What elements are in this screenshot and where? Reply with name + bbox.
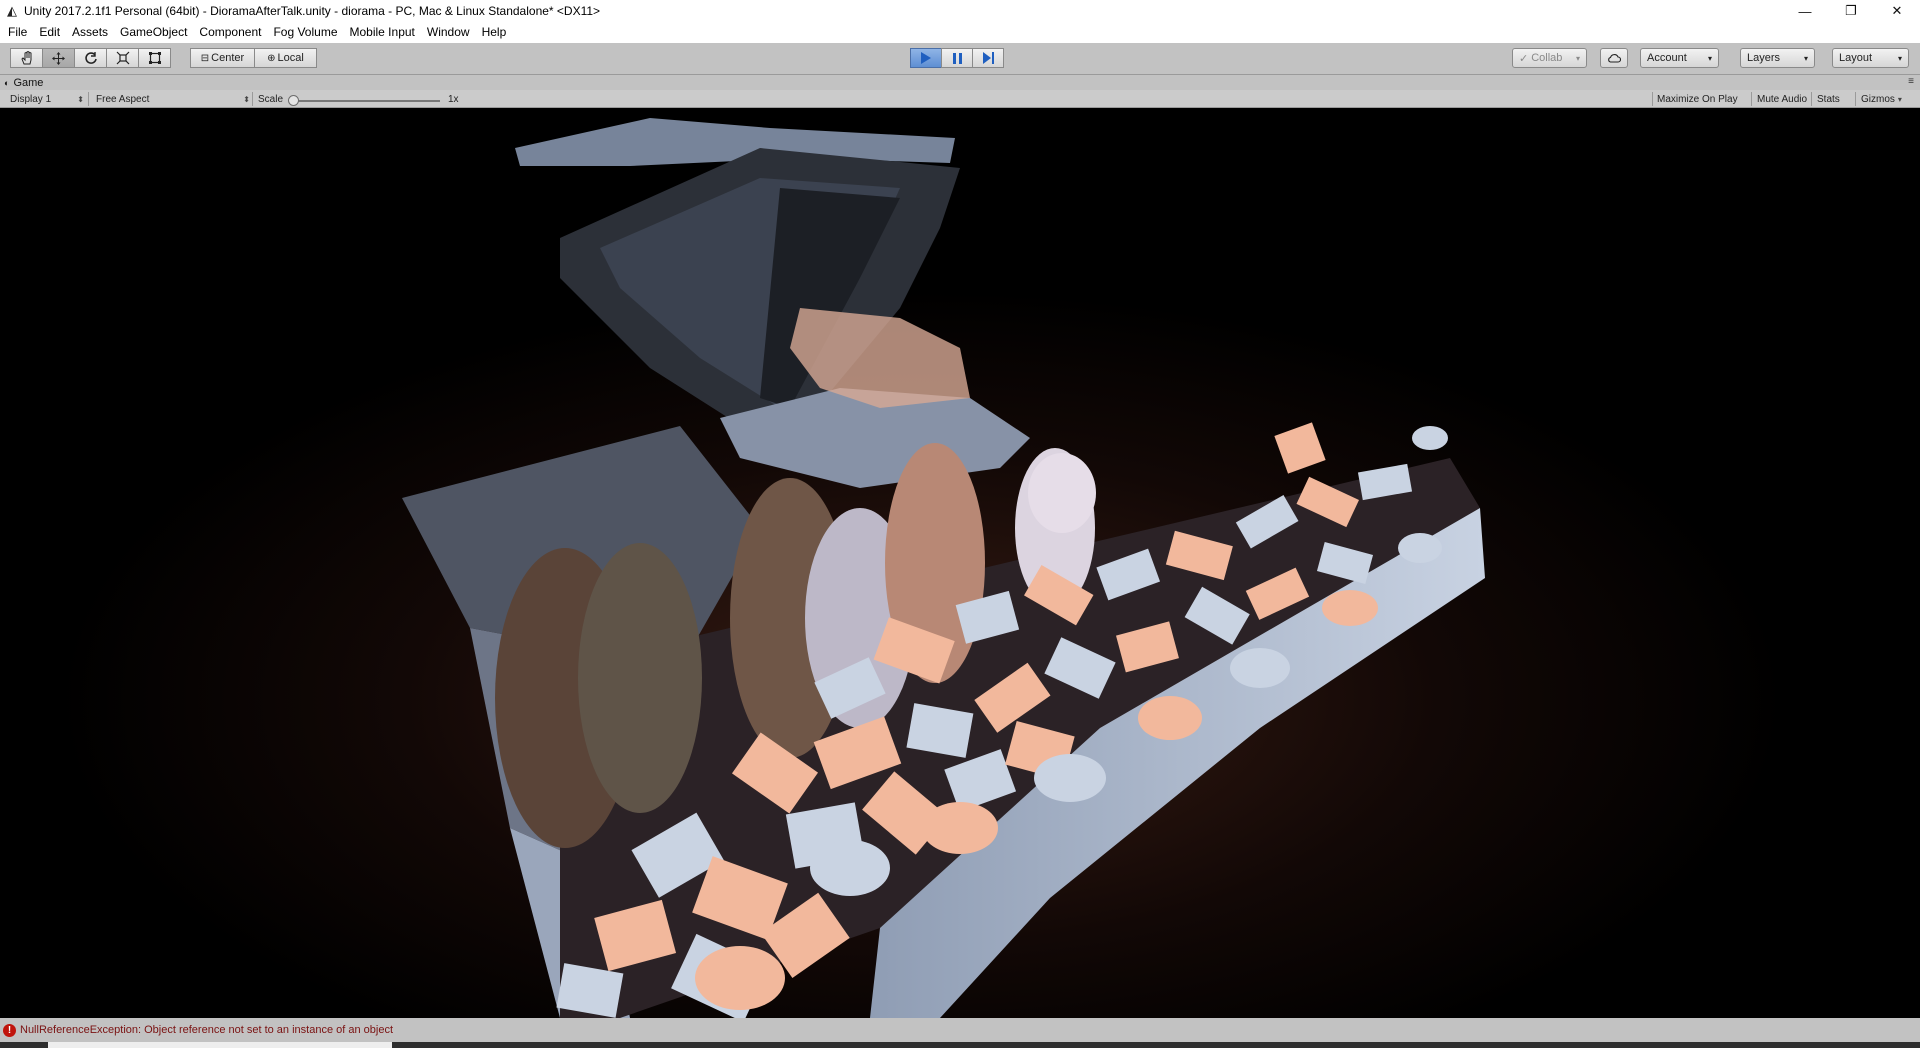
display-dropdown[interactable]: Display 1 ⬍: [10, 91, 84, 107]
menu-window[interactable]: Window: [421, 22, 476, 43]
scale-label: Scale: [258, 93, 284, 105]
step-icon: [982, 52, 994, 64]
main-toolbar: ⊟ Center ⊕ Local ✓ Collab ▾ Account ▾ La…: [0, 43, 1920, 75]
chevron-down-icon: ▾: [1803, 53, 1808, 63]
pivot-toggles: ⊟ Center ⊕ Local: [190, 48, 317, 68]
up-down-caret-icon: ⬍: [77, 94, 84, 104]
unity-logo-icon: ◭: [7, 3, 17, 18]
minimize-button[interactable]: —: [1782, 0, 1828, 22]
separator: [1855, 92, 1856, 106]
playback-controls: [910, 48, 1004, 68]
play-button[interactable]: [910, 48, 942, 68]
mute-audio-toggle[interactable]: Mute Audio: [1757, 91, 1807, 107]
menu-component[interactable]: Component: [193, 22, 267, 43]
pause-button[interactable]: [941, 48, 973, 68]
cloud-services-button[interactable]: [1600, 48, 1628, 68]
step-button[interactable]: [972, 48, 1004, 68]
rect-transform-icon: [148, 52, 161, 64]
tab-context-menu-icon[interactable]: ≡: [1908, 76, 1914, 87]
aspect-label: Free Aspect: [96, 93, 150, 105]
game-tab[interactable]: ◐ Game: [4, 76, 43, 90]
chevron-down-icon: ▾: [1897, 53, 1902, 63]
restore-button[interactable]: ❐: [1828, 0, 1874, 22]
layout-label: Layout: [1839, 52, 1873, 64]
menu-edit[interactable]: Edit: [33, 22, 66, 43]
game-viewport[interactable]: [0, 108, 1920, 1018]
pause-icon: [952, 52, 962, 64]
hand-icon: [20, 51, 31, 65]
scale-value: 1x: [448, 93, 459, 105]
separator: [1751, 92, 1752, 106]
menu-help[interactable]: Help: [476, 22, 513, 43]
collab-label: Collab: [1531, 52, 1563, 64]
scale-slider-handle[interactable]: [288, 95, 299, 106]
menu-file[interactable]: File: [2, 22, 33, 43]
diorama-render: [0, 108, 1920, 1018]
local-space-icon: ⊕: [267, 52, 276, 64]
game-view-icon: ◐: [4, 78, 10, 88]
separator: [1652, 92, 1653, 106]
separator: [88, 92, 89, 106]
layers-label: Layers: [1747, 52, 1781, 64]
game-tab-label: Game: [13, 77, 44, 89]
chevron-down-icon: ▾: [1707, 53, 1712, 63]
menu-bar: File Edit Assets GameObject Component Fo…: [0, 22, 1920, 43]
rect-tool-button[interactable]: [138, 48, 171, 68]
window-title: Unity 2017.2.1f1 Personal (64bit) - Dior…: [24, 4, 601, 18]
close-button[interactable]: ✕: [1874, 0, 1920, 22]
console-error-message[interactable]: NullReferenceException: Object reference…: [20, 1024, 393, 1036]
scale-tool-button[interactable]: [106, 48, 139, 68]
stats-toggle[interactable]: Stats: [1817, 91, 1840, 107]
game-tab-bar: ◐ Game ≡: [0, 76, 1920, 90]
collab-dropdown[interactable]: ✓ Collab ▾: [1512, 48, 1587, 68]
scale-icon: [116, 51, 129, 65]
pivot-local-button[interactable]: ⊕ Local: [254, 48, 317, 68]
chevron-down-icon: ▾: [1575, 53, 1580, 63]
pivot-local-label: Local: [277, 52, 304, 64]
account-label: Account: [1647, 52, 1687, 64]
gizmos-label: Gizmos: [1861, 93, 1895, 105]
menu-fog-volume[interactable]: Fog Volume: [267, 22, 343, 43]
account-dropdown[interactable]: Account ▾: [1640, 48, 1719, 68]
pivot-center-button[interactable]: ⊟ Center: [190, 48, 255, 68]
menu-assets[interactable]: Assets: [66, 22, 114, 43]
error-icon: !: [3, 1023, 16, 1037]
transform-tools: [10, 48, 171, 68]
menu-mobile-input[interactable]: Mobile Input: [344, 22, 421, 43]
maximize-on-play-toggle[interactable]: Maximize On Play: [1657, 91, 1738, 107]
os-taskbar: [0, 1042, 1920, 1048]
rotate-icon: [84, 52, 97, 64]
chevron-down-icon: ▾: [1897, 94, 1902, 104]
menu-gameobject[interactable]: GameObject: [114, 22, 193, 43]
cloud-icon: [1608, 54, 1621, 63]
move-arrows-icon: [52, 51, 65, 65]
hand-tool-button[interactable]: [10, 48, 43, 68]
window-controls: — ❐ ✕: [1782, 0, 1920, 22]
up-down-caret-icon: ⬍: [243, 94, 250, 104]
console-status-bar[interactable]: ! NullReferenceException: Object referen…: [0, 1018, 1920, 1042]
display-label: Display 1: [10, 93, 52, 105]
layout-dropdown[interactable]: Layout ▾: [1832, 48, 1909, 68]
scale-slider-track[interactable]: [294, 100, 440, 102]
gizmos-dropdown[interactable]: Gizmos ▾: [1861, 91, 1902, 107]
play-icon: [921, 52, 931, 64]
separator: [252, 92, 253, 106]
collab-check-icon: ✓: [1519, 52, 1529, 65]
pivot-center-icon: ⊟: [200, 52, 210, 64]
layers-dropdown[interactable]: Layers ▾: [1740, 48, 1815, 68]
taskbar-active-item[interactable]: [48, 1042, 392, 1048]
pivot-center-label: Center: [211, 52, 245, 64]
separator: [1811, 92, 1812, 106]
rotate-tool-button[interactable]: [74, 48, 107, 68]
title-bar: ◭ Unity 2017.2.1f1 Personal (64bit) - Di…: [0, 0, 1920, 22]
aspect-dropdown[interactable]: Free Aspect ⬍: [96, 91, 250, 107]
move-tool-button[interactable]: [42, 48, 75, 68]
